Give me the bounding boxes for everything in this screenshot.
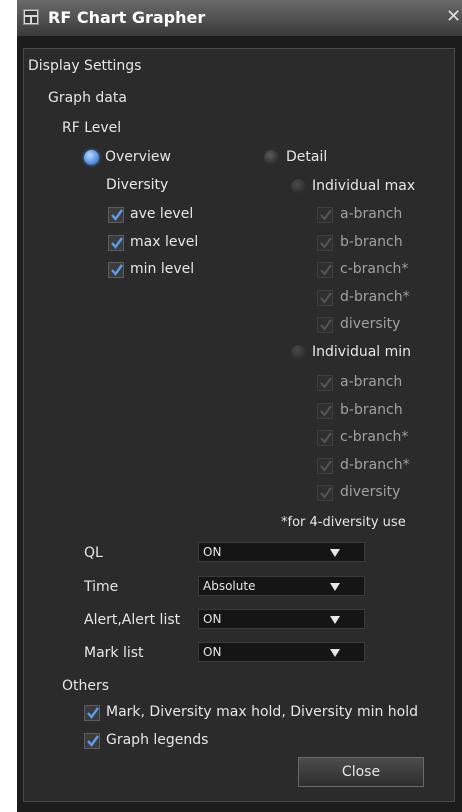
- max-a-branch-checkbox[interactable]: [317, 207, 333, 223]
- chevron-down-icon: [330, 583, 340, 591]
- individual-min-radio[interactable]: [291, 345, 306, 360]
- time-select[interactable]: Absolute: [198, 576, 365, 596]
- settings-panel: Display Settings Graph data RF Level Ove…: [23, 48, 455, 802]
- max-b-branch-checkbox[interactable]: [317, 235, 333, 251]
- window-title: RF Chart Grapher: [48, 8, 206, 27]
- individual-max-label: Individual max: [312, 178, 416, 194]
- diversity-label: Diversity: [106, 177, 169, 193]
- max-c-branch-checkbox[interactable]: [317, 262, 333, 278]
- overview-label: Overview: [105, 149, 171, 165]
- display-settings-heading: Display Settings: [28, 58, 142, 74]
- min-a-branch-label: a-branch: [340, 374, 403, 390]
- mark-hold-label: Mark, Diversity max hold, Diversity min …: [106, 704, 419, 720]
- graph-data-heading: Graph data: [48, 90, 127, 106]
- min-a-branch-checkbox[interactable]: [317, 375, 333, 391]
- close-button[interactable]: Close: [298, 757, 424, 787]
- ave-level-label: ave level: [130, 206, 194, 222]
- max-d-branch-checkbox[interactable]: [317, 290, 333, 306]
- others-heading: Others: [62, 678, 110, 694]
- time-label: Time: [84, 579, 119, 595]
- alert-select[interactable]: ON: [198, 609, 365, 629]
- individual-min-label: Individual min: [312, 344, 412, 360]
- chevron-down-icon: [330, 549, 340, 557]
- min-diversity-checkbox[interactable]: [317, 485, 333, 501]
- mark-list-value: ON: [203, 645, 222, 659]
- max-b-branch-label: b-branch: [340, 234, 403, 250]
- ql-label: QL: [84, 545, 103, 561]
- min-level-label: min level: [130, 261, 195, 277]
- min-diversity-label: diversity: [340, 484, 401, 500]
- ql-value: ON: [203, 545, 222, 559]
- min-d-branch-label: d-branch*: [340, 457, 410, 473]
- max-level-label: max level: [130, 234, 199, 250]
- max-d-branch-label: d-branch*: [340, 289, 410, 305]
- ql-select[interactable]: ON: [198, 542, 365, 562]
- max-diversity-label: diversity: [340, 316, 401, 332]
- close-icon[interactable]: ✕: [446, 6, 461, 27]
- overview-radio[interactable]: [84, 150, 99, 165]
- max-a-branch-label: a-branch: [340, 206, 403, 222]
- rf-chart-grapher-window: RF Chart Grapher ✕ Display Settings Grap…: [17, 0, 462, 812]
- max-c-branch-label: c-branch*: [340, 261, 409, 277]
- four-diversity-note: *for 4-diversity use: [281, 515, 406, 530]
- chevron-down-icon: [330, 616, 340, 624]
- min-b-branch-label: b-branch: [340, 402, 403, 418]
- min-level-checkbox[interactable]: [108, 262, 124, 278]
- detail-label: Detail: [286, 149, 328, 165]
- graph-legends-checkbox[interactable]: [84, 733, 100, 749]
- max-diversity-checkbox[interactable]: [317, 317, 333, 333]
- min-c-branch-label: c-branch*: [340, 429, 409, 445]
- min-b-branch-checkbox[interactable]: [317, 403, 333, 419]
- app-icon: [23, 9, 39, 25]
- chevron-down-icon: [330, 649, 340, 657]
- time-value: Absolute: [203, 579, 256, 593]
- mark-hold-checkbox[interactable]: [84, 705, 100, 721]
- graph-legends-label: Graph legends: [106, 732, 209, 748]
- detail-radio[interactable]: [264, 150, 279, 165]
- min-d-branch-checkbox[interactable]: [317, 458, 333, 474]
- mark-list-select[interactable]: ON: [198, 642, 365, 662]
- rf-level-heading: RF Level: [62, 120, 122, 136]
- mark-list-label: Mark list: [84, 645, 144, 661]
- individual-max-radio[interactable]: [291, 179, 306, 194]
- ave-level-checkbox[interactable]: [108, 207, 124, 223]
- max-level-checkbox[interactable]: [108, 235, 124, 251]
- alert-label: Alert,Alert list: [84, 612, 181, 628]
- alert-value: ON: [203, 612, 222, 626]
- title-bar[interactable]: RF Chart Grapher ✕: [17, 0, 462, 36]
- min-c-branch-checkbox[interactable]: [317, 430, 333, 446]
